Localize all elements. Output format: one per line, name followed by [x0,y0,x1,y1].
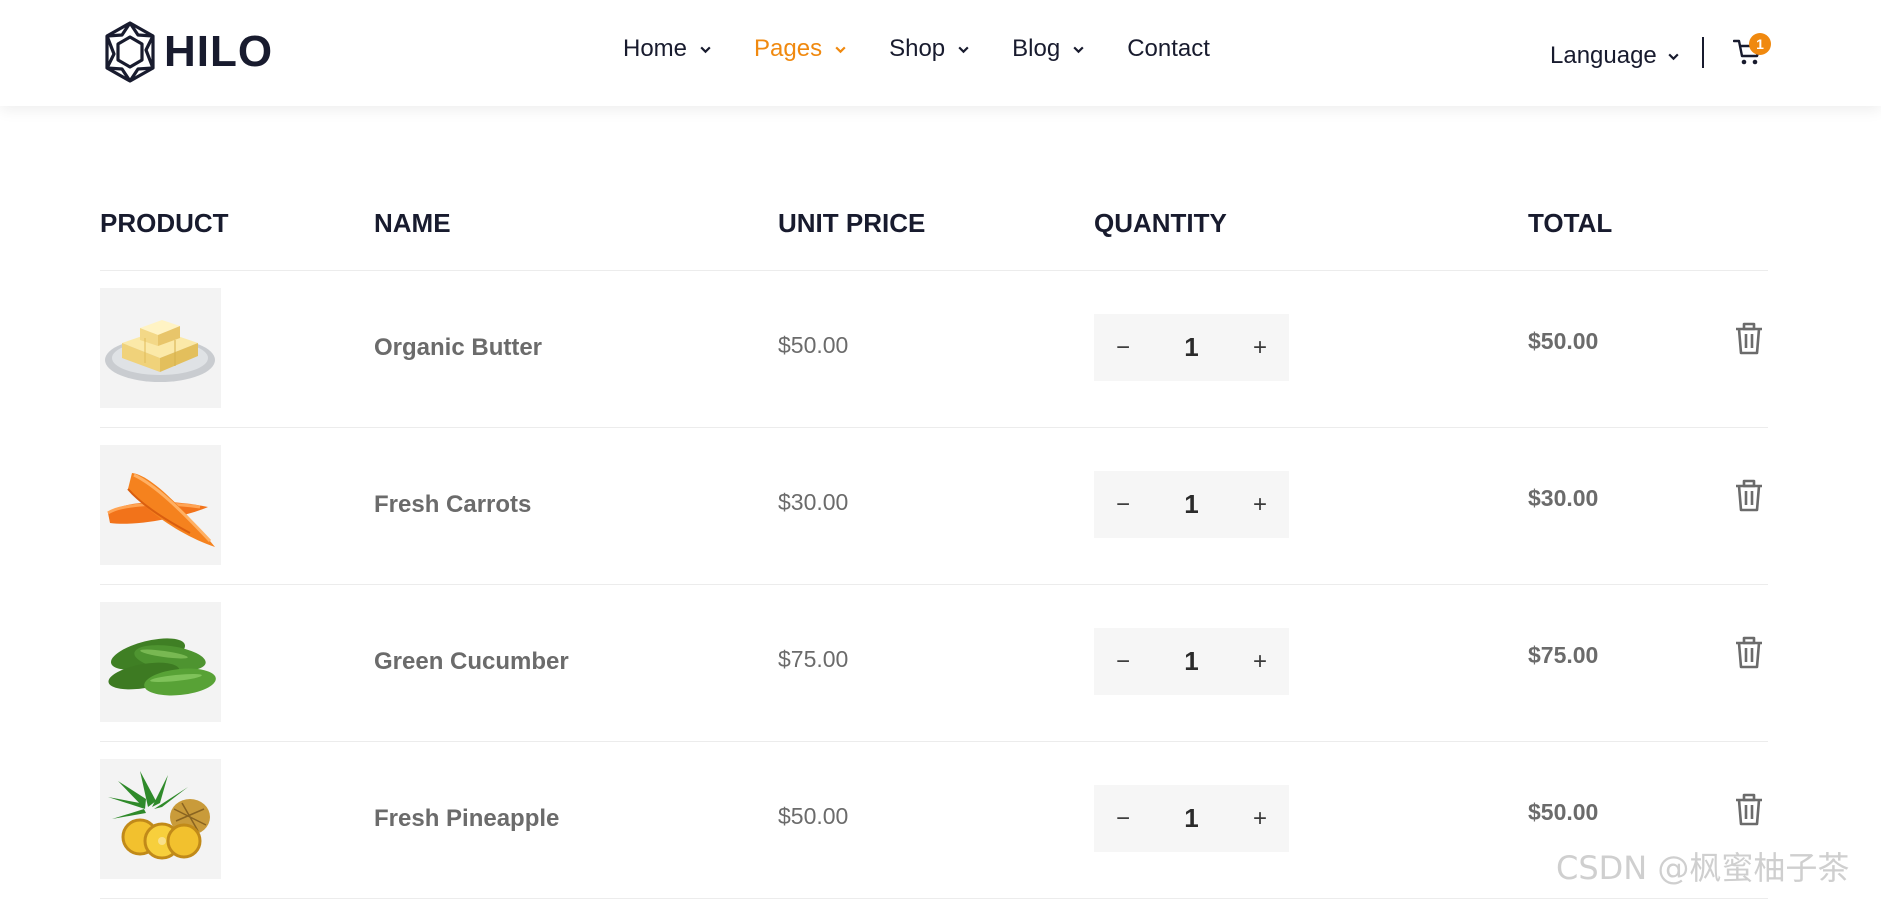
quantity-input[interactable] [1152,488,1231,521]
table-row: Green Cucumber $75.00 − + $75.00 [100,584,1768,742]
header-divider [1702,37,1704,68]
nav-item-label: Home [623,35,688,62]
product-image-butter[interactable] [100,288,221,408]
chevron-down-icon [1668,53,1679,60]
site-header: HILO Home Pages Shop Blog Contact Langua… [0,0,1881,106]
unit-price: $75.00 [778,646,849,672]
chevron-down-icon [958,46,969,53]
product-image-cucumber[interactable] [100,602,221,722]
nav-item-label: Contact [1127,35,1210,62]
remove-item-button[interactable] [1734,479,1764,513]
column-header-product: PRODUCT [100,208,229,238]
hilo-logo-icon [105,21,155,83]
column-header-unit-price: UNIT PRICE [778,208,926,238]
unit-price: $50.00 [778,803,849,829]
trash-icon [1736,322,1762,355]
nav-item-label: Blog [1012,35,1061,62]
remove-item-button[interactable] [1734,793,1764,827]
quantity-increase-button[interactable]: + [1231,628,1289,695]
column-header-total: TOTAL [1528,208,1613,238]
quantity-input[interactable] [1152,331,1231,364]
column-header-name: NAME [374,208,451,238]
chevron-down-icon [835,46,846,53]
pineapple-image [108,771,210,860]
product-image-pineapple[interactable] [100,759,221,879]
nav-item-label: Shop [889,35,946,62]
language-label: Language [1550,42,1657,69]
quantity-stepper: − + [1094,314,1289,381]
quantity-increase-button[interactable]: + [1231,785,1289,852]
unit-price: $50.00 [778,332,849,358]
quantity-stepper: − + [1094,471,1289,538]
nav-item-shop[interactable]: Shop [889,35,970,63]
quantity-decrease-button[interactable]: − [1094,314,1152,381]
chevron-down-icon [700,46,711,53]
butter-image [105,320,215,382]
quantity-decrease-button[interactable]: − [1094,628,1152,695]
chevron-down-icon [1073,46,1084,53]
quantity-input[interactable] [1152,645,1231,678]
nav-item-pages[interactable]: Pages [754,35,847,63]
brand-logo[interactable]: HILO [100,18,273,86]
quantity-stepper: − + [1094,785,1289,852]
nav-item-label: Pages [754,35,823,62]
product-name[interactable]: Fresh Pineapple [374,805,559,833]
quantity-increase-button[interactable]: + [1231,471,1289,538]
table-row: Fresh Pineapple $50.00 − + $50.00 [100,741,1768,899]
product-name[interactable]: Fresh Carrots [374,491,531,519]
product-image-carrots[interactable] [100,445,221,565]
row-total: $50.00 [1528,799,1599,825]
brand-name: HILO [164,27,274,76]
row-total: $30.00 [1528,485,1599,511]
quantity-decrease-button[interactable]: − [1094,471,1152,538]
trash-icon [1736,636,1762,669]
table-row: Organic Butter $50.00 − + $50.00 [100,270,1768,428]
nav-item-contact[interactable]: Contact [1127,35,1210,63]
table-row: Fresh Carrots $30.00 − + $30.00 [100,427,1768,585]
quantity-input[interactable] [1152,802,1231,835]
watermark: CSDN @枫蜜柚子茶 [1556,849,1850,887]
language-selector[interactable]: Language [1550,42,1680,70]
quantity-stepper: − + [1094,628,1289,695]
product-name[interactable]: Green Cucumber [374,648,569,676]
unit-price: $30.00 [778,489,849,515]
remove-item-button[interactable] [1734,322,1764,356]
quantity-decrease-button[interactable]: − [1094,785,1152,852]
nav-item-blog[interactable]: Blog [1012,35,1085,63]
column-header-quantity: QUANTITY [1094,208,1227,238]
nav-item-home[interactable]: Home [623,35,712,63]
cart-count-badge: 1 [1749,33,1771,55]
quantity-increase-button[interactable]: + [1231,314,1289,381]
row-total: $50.00 [1528,328,1599,354]
trash-icon [1736,793,1762,826]
carrots-image [107,473,215,547]
main-nav: Home Pages Shop Blog Contact [623,35,1210,63]
cucumber-image [108,638,216,696]
cart-button[interactable]: 1 [1732,33,1771,68]
trash-icon [1736,479,1762,512]
product-name[interactable]: Organic Butter [374,334,542,362]
row-total: $75.00 [1528,642,1599,668]
cart-table-header: PRODUCT NAME UNIT PRICE QUANTITY TOTAL [100,200,1768,271]
remove-item-button[interactable] [1734,636,1764,670]
